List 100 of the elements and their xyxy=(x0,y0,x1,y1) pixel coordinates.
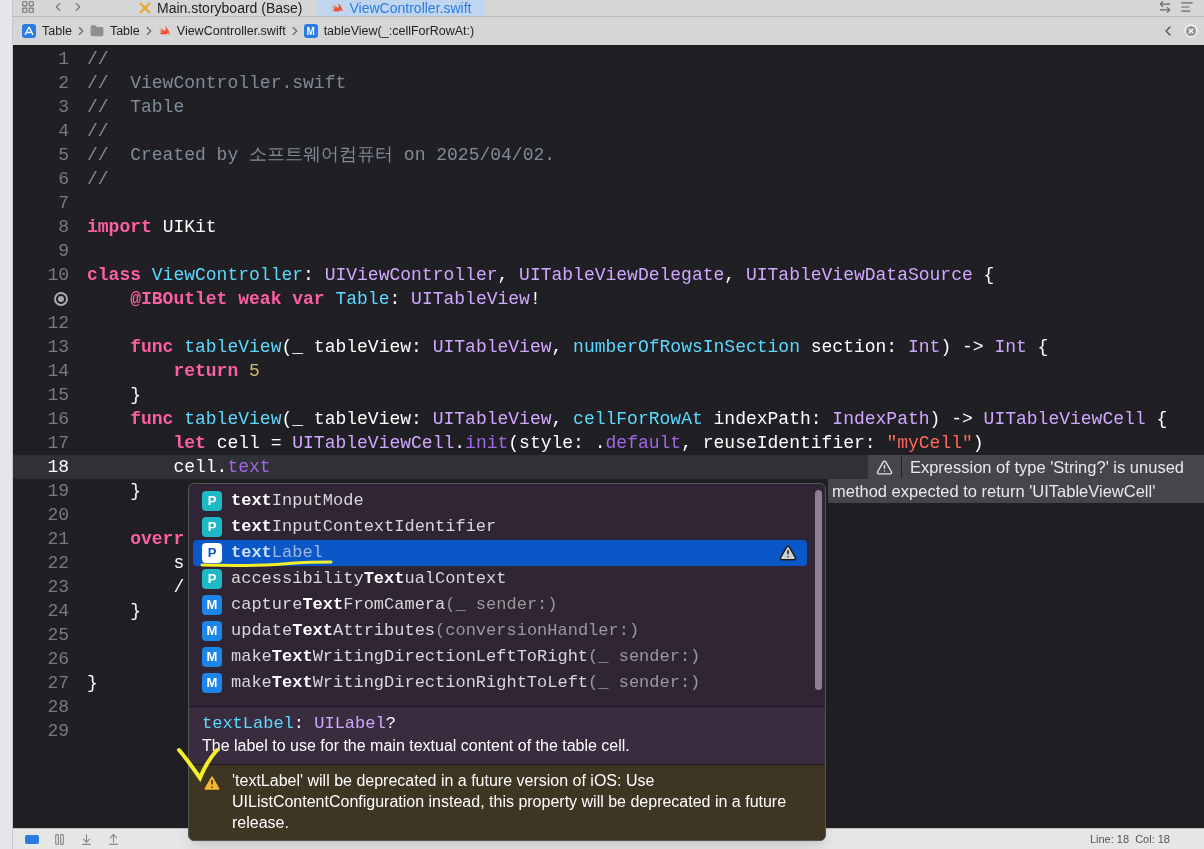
line-number: 21 xyxy=(47,528,69,551)
deprecation-message: 'textLabel' will be deprecated in a future version of iOS: Use UIListContentConfiguration instead, this property will be deprecated in a future release. xyxy=(232,771,788,833)
code-line: class ViewController: UIViewController, UITableViewDelegate, UITableViewDataSource { xyxy=(87,265,995,285)
breakpoints-icon[interactable] xyxy=(25,834,39,844)
line-number: 8 xyxy=(58,216,69,239)
line-number: 16 xyxy=(47,408,69,431)
line-number: 5 xyxy=(58,144,69,167)
pause-icon[interactable] xyxy=(53,832,66,846)
code-line: } xyxy=(87,673,98,693)
code-line: @IBOutlet weak var Table: UITableView! xyxy=(129,289,541,309)
line-number: 23 xyxy=(47,576,69,599)
line-number: 6 xyxy=(58,168,69,191)
editor-options-icon[interactable] xyxy=(1180,0,1194,14)
cursor-position: Line: 18 Col: 18 xyxy=(1089,831,1170,847)
close-icon[interactable] xyxy=(1184,24,1198,38)
line-number: 25 xyxy=(47,624,69,647)
completion-item[interactable]: M makeTextWritingDirectionLeftToRight(_ sender:) xyxy=(193,644,807,670)
method-icon: M xyxy=(202,647,222,667)
line-number: 18 xyxy=(47,456,69,479)
code-line: // Created by 소프트웨어컴퓨터 on 2025/04/02. xyxy=(87,145,556,165)
breadcrumb-item[interactable]: M tableView(_:cellForRowAt:) xyxy=(303,21,475,41)
completion-label: makeTextWritingDirectionRightToLeft(_ sender:) xyxy=(231,674,701,692)
completion-label: makeTextWritingDirectionLeftToRight(_ sender:) xyxy=(231,648,701,666)
completion-label: textInputMode xyxy=(231,492,364,510)
code-line: cell.text xyxy=(172,457,271,477)
code-line: let cell = UITableViewCell.init(style: .default, reuseIdentifier: "myCell") xyxy=(172,433,984,453)
method-icon: M xyxy=(202,595,222,615)
app-icon xyxy=(22,24,36,38)
grid-icon[interactable] xyxy=(21,0,35,14)
code-line: overr xyxy=(129,529,185,549)
doc-signature: textLabel: UILabel? xyxy=(202,713,397,735)
completion-item[interactable]: M captureTextFromCamera(_ sender:) xyxy=(193,592,807,618)
line-number: 15 xyxy=(47,384,69,407)
code-line: // xyxy=(87,169,109,189)
code-line: func tableView(_ tableView: UITableView, cellForRowAt indexPath: IndexPath) -> UITableViewCell { xyxy=(129,409,1168,429)
method-icon: M xyxy=(303,24,318,38)
step-into-icon[interactable] xyxy=(80,832,93,846)
completion-item[interactable]: P textInputContextIdentifier xyxy=(193,514,807,540)
line-number: 27 xyxy=(47,672,69,695)
breadcrumb-item[interactable]: Table xyxy=(22,21,72,41)
breadcrumb-item[interactable]: Table xyxy=(89,21,140,41)
line-number: 13 xyxy=(47,336,69,359)
warning-icon xyxy=(202,773,222,793)
code-line: } xyxy=(129,385,141,405)
breadcrumb-item[interactable]: ViewController.swift xyxy=(157,21,286,41)
completion-label: textLabel xyxy=(231,544,323,562)
code-line: // Table xyxy=(87,97,185,117)
line-number: 10 xyxy=(47,264,69,287)
line-number: 12 xyxy=(47,312,69,335)
line-number: 4 xyxy=(58,120,69,143)
completion-item[interactable]: P accessibilityTextualContext xyxy=(193,566,807,592)
code-line: } xyxy=(129,601,141,621)
error-annotation[interactable]: method expected to return 'UITableViewCell' xyxy=(828,479,1204,503)
method-icon: M xyxy=(202,621,222,641)
annotation-text: method expected to return 'UITableViewCell' xyxy=(832,481,1156,502)
code-line: // ViewController.swift xyxy=(87,73,347,93)
line-number: 9 xyxy=(58,240,69,263)
completion-label: captureTextFromCamera(_ sender:) xyxy=(231,596,558,614)
line-number: 28 xyxy=(47,696,69,719)
swap-icon[interactable] xyxy=(1158,0,1172,14)
line-number: 3 xyxy=(58,96,69,119)
warning-annotation[interactable]: Expression of type 'String?' is unused xyxy=(867,455,1204,479)
editor-tab[interactable]: Main.storyboard (Base) xyxy=(125,0,317,16)
code-line: return 5 xyxy=(172,361,260,381)
method-icon: M xyxy=(202,673,222,693)
line-number: 19 xyxy=(47,480,69,503)
outlet-connection-icon[interactable] xyxy=(54,292,68,306)
property-icon: P xyxy=(202,491,222,511)
line-number: 2 xyxy=(58,72,69,95)
line-number: 29 xyxy=(47,720,69,743)
swift-icon xyxy=(330,2,344,14)
code-line: s xyxy=(172,553,185,573)
step-out-icon[interactable] xyxy=(107,832,120,846)
line-number: 24 xyxy=(47,600,69,623)
completion-label: updateTextAttributes(conversionHandler:) xyxy=(231,622,640,640)
code-line: // xyxy=(87,49,109,69)
code-line: func tableView(_ tableView: UITableView, numberOfRowsInSection section: Int) -> Int { xyxy=(129,337,1049,357)
property-icon: P xyxy=(202,569,222,589)
code-line: / xyxy=(172,577,185,597)
completion-item[interactable]: M makeTextWritingDirectionRightToLeft(_ sender:) xyxy=(193,670,807,696)
completion-item[interactable]: P textLabel xyxy=(193,540,807,566)
completion-item[interactable]: P textInputMode xyxy=(193,488,807,514)
line-number: 20 xyxy=(47,504,69,527)
line-number: 14 xyxy=(47,360,69,383)
line-number: 1 xyxy=(58,48,69,71)
line-number: 26 xyxy=(47,648,69,671)
completion-item[interactable]: M updateTextAttributes(conversionHandler:) xyxy=(193,618,807,644)
swift-icon xyxy=(157,25,171,37)
property-icon: P xyxy=(202,543,222,563)
line-number: 17 xyxy=(47,432,69,455)
annotation-text: Expression of type 'String?' is unused xyxy=(909,457,1184,478)
property-icon: P xyxy=(202,517,222,537)
tab-label: ViewController.swift xyxy=(349,0,472,16)
code-line: } xyxy=(129,481,141,501)
warning-icon xyxy=(875,458,893,476)
tab-label: Main.storyboard (Base) xyxy=(157,0,303,16)
completion-label: accessibilityTextualContext xyxy=(231,570,507,588)
folder-icon xyxy=(89,24,104,38)
storyboard-icon xyxy=(139,2,151,14)
line-number: 7 xyxy=(58,192,69,215)
